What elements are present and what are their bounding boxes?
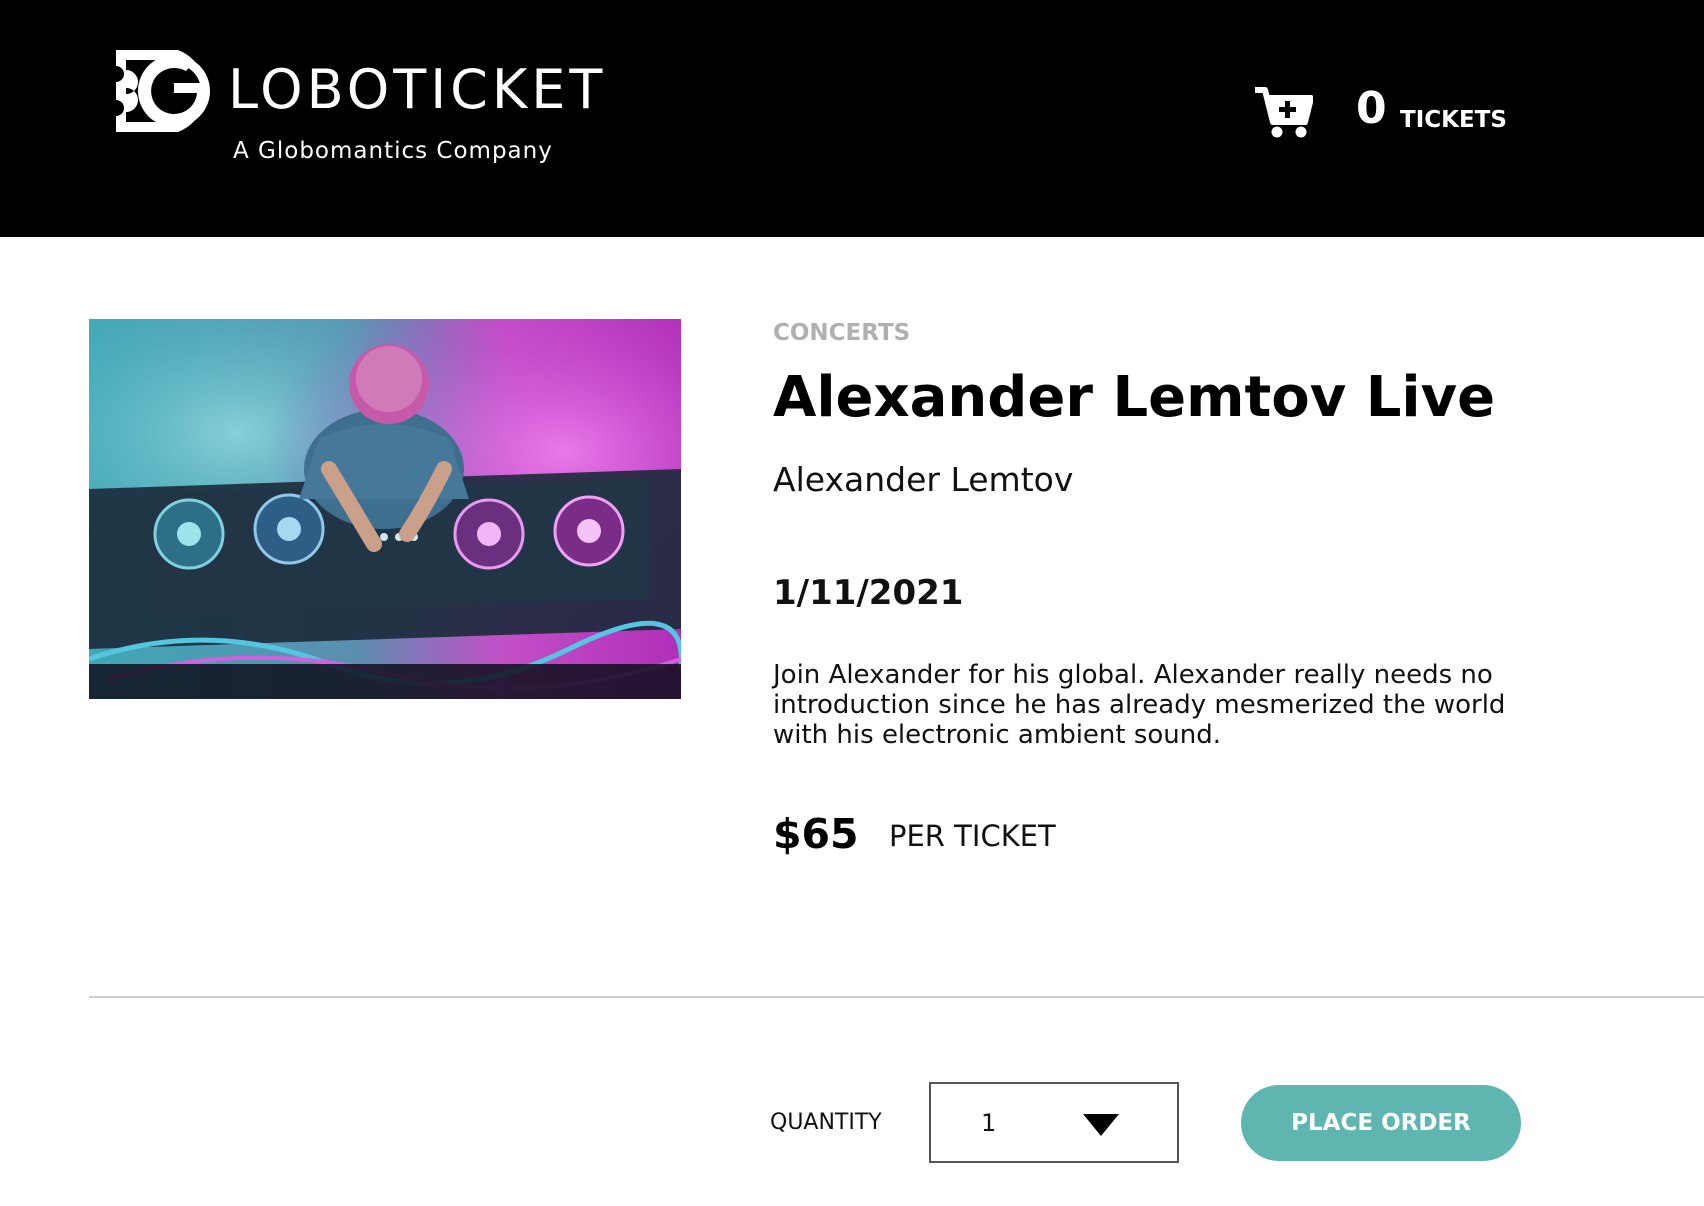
- quantity-value: 1: [981, 1109, 997, 1137]
- event-artist: Alexander Lemtov: [773, 460, 1074, 499]
- cart-label: TICKETS: [1400, 107, 1507, 133]
- event-description: Join Alexander for his global. Alexander…: [773, 660, 1506, 750]
- brand-tagline: A Globomantics Company: [233, 138, 553, 164]
- event-category: CONCERTS: [773, 320, 911, 346]
- cart-summary[interactable]: 0 TICKETS: [1253, 82, 1507, 146]
- event-image: [89, 319, 681, 699]
- chevron-down-icon[interactable]: [1083, 1114, 1119, 1136]
- event-title: Alexander Lemtov Live: [773, 365, 1496, 430]
- quantity-label: QUANTITY: [770, 1110, 882, 1135]
- brand-name: LOBOTICKET: [228, 58, 607, 121]
- cart-add-icon[interactable]: [1253, 86, 1313, 140]
- site-header: LOBOTICKET A Globomantics Company 0 TICK…: [0, 0, 1704, 237]
- quantity-select[interactable]: 1: [929, 1082, 1179, 1163]
- event-date: 1/11/2021: [773, 573, 964, 613]
- event-price: $65: [773, 810, 859, 858]
- dj-photo: [89, 319, 681, 699]
- ticket-g-logo-icon: [116, 50, 210, 132]
- price-unit: PER TICKET: [889, 819, 1056, 853]
- section-divider: [89, 996, 1704, 998]
- place-order-button[interactable]: PLACE ORDER: [1241, 1085, 1521, 1161]
- cart-count: 0: [1356, 83, 1387, 134]
- globoticket-logo[interactable]: LOBOTICKET A Globomantics Company: [108, 46, 602, 176]
